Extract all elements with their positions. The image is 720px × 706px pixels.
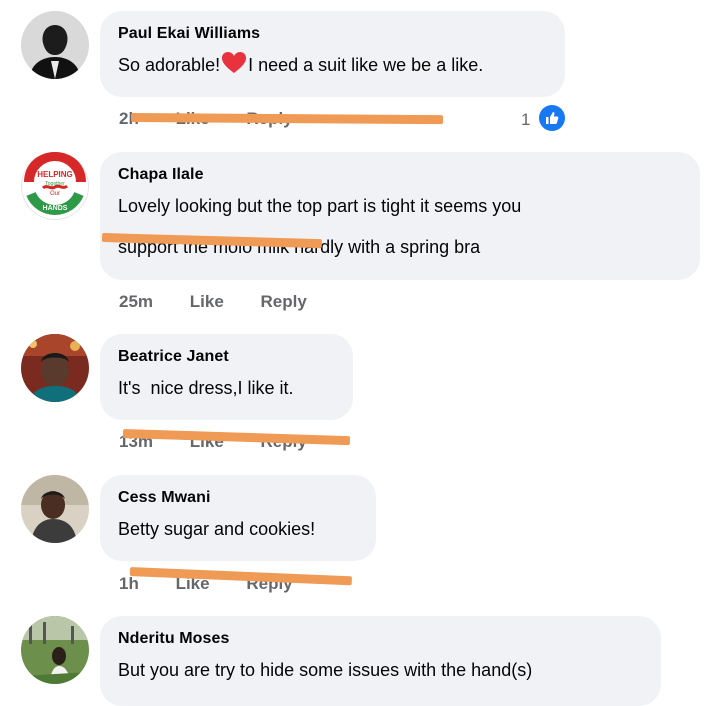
timestamp[interactable]: 25m — [119, 292, 153, 311]
comment-text-part: I need a suit like we be a like. — [248, 55, 484, 75]
reaction-count[interactable]: 1 — [521, 110, 530, 130]
comment-author[interactable]: Nderitu Moses — [118, 630, 643, 648]
comment-author[interactable]: Paul Ekai Williams — [118, 25, 547, 43]
svg-text:HELPING: HELPING — [37, 170, 73, 179]
comment-actions: 25m Like Reply — [119, 292, 339, 312]
comment-text: But you are try to hide some issues with… — [118, 660, 533, 680]
comment-text-line: Lovely looking but the top part is tight… — [118, 196, 522, 216]
comment-bubble: Cess Mwani Betty sugar and cookies! — [100, 475, 376, 561]
like-button[interactable]: Like — [190, 292, 224, 311]
timestamp[interactable]: 1h — [119, 574, 139, 593]
comment-text: Betty sugar and cookies! — [118, 519, 316, 539]
comment-bubble: Paul Ekai Williams So adorable! I need a … — [100, 11, 565, 97]
comment-text-part: So adorable! — [118, 55, 221, 75]
comment-text: So adorable! I need a suit like we be a l… — [118, 51, 547, 83]
comment-bubble: Nderitu Moses But you are try to hide so… — [100, 616, 661, 706]
thumbs-up-icon[interactable] — [539, 105, 565, 131]
comment-text-line: support the molo milk hardly with a spri… — [118, 237, 481, 257]
comment-bubble: Chapa Ilale Lovely looking but the top p… — [100, 152, 700, 280]
comment-text: Lovely looking but the top part is tight… — [118, 186, 682, 268]
comment-author[interactable]: Cess Mwani — [118, 489, 358, 507]
svg-text:HANDS: HANDS — [43, 205, 68, 212]
comment-author[interactable]: Beatrice Janet — [118, 348, 335, 366]
heart-emoji-icon — [221, 51, 247, 83]
avatar[interactable] — [21, 475, 89, 543]
avatar[interactable] — [21, 334, 89, 402]
reply-button[interactable]: Reply — [261, 292, 307, 311]
comment-author[interactable]: Chapa Ilale — [118, 166, 682, 184]
comment-bubble: Beatrice Janet It's nice dress,I like it… — [100, 334, 353, 420]
avatar[interactable]: HELPING Together Our HANDS — [21, 152, 89, 220]
avatar[interactable] — [21, 11, 89, 79]
avatar[interactable] — [21, 616, 89, 684]
svg-text:Our: Our — [50, 191, 60, 197]
comment-text: It's nice dress,I like it. — [118, 378, 294, 398]
